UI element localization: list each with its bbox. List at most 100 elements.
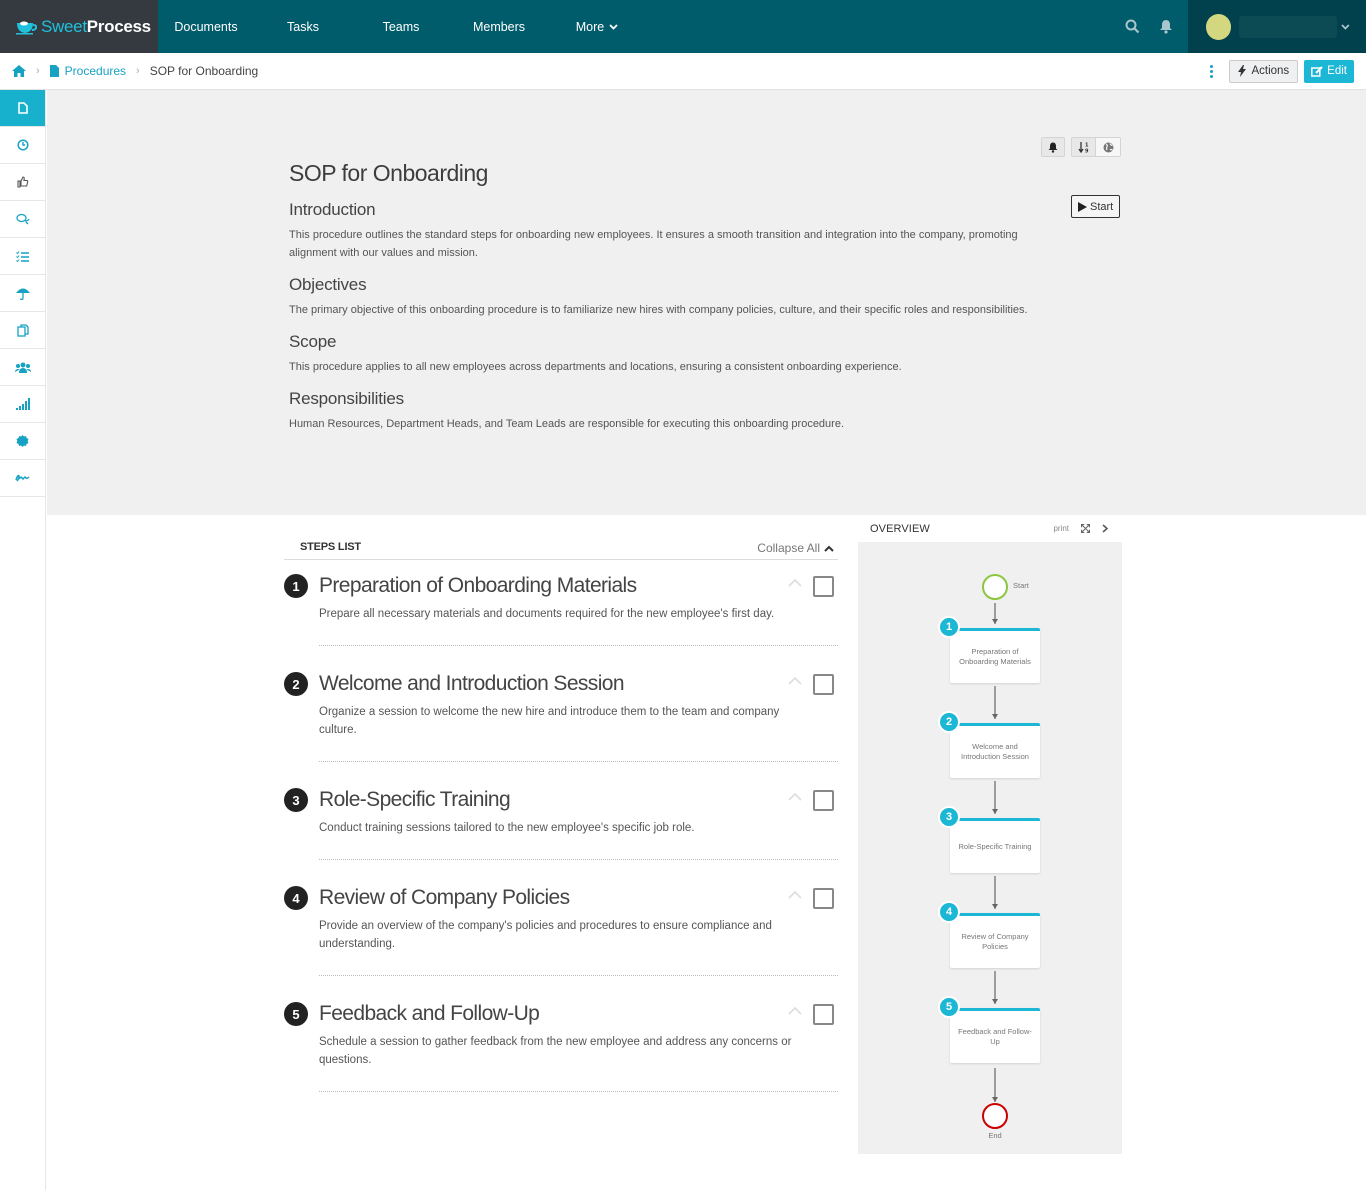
start-label: Start — [1090, 200, 1114, 213]
clock-icon — [16, 139, 29, 151]
edit-button[interactable]: Edit — [1304, 59, 1354, 83]
flow-arrowhead — [992, 1097, 998, 1102]
step-divider — [319, 645, 838, 646]
step-title[interactable]: Welcome and Introduction Session — [319, 658, 838, 697]
flow-step-node[interactable]: Role-Specific Training — [950, 818, 1040, 873]
section-heading: Scope — [289, 332, 337, 351]
sort-numeric-icon: 19 — [1077, 141, 1089, 153]
sidebar-item-approvals[interactable] — [0, 164, 45, 201]
step-description: Schedule a session to gather feedback fr… — [319, 1036, 792, 1066]
nav-teams[interactable]: Teams — [352, 0, 450, 53]
collapse-all-button[interactable]: Collapse All — [757, 541, 834, 559]
breadcrumb-procedures[interactable]: Procedures — [49, 64, 126, 78]
brand-name: SweetProcess — [41, 16, 151, 36]
left-sidebar — [0, 90, 46, 1190]
chevron-right-icon[interactable] — [1102, 524, 1108, 533]
chevron-down-icon — [1341, 23, 1350, 30]
subscribe-button[interactable] — [1041, 137, 1065, 157]
brand-logo[interactable]: SweetProcess — [0, 0, 158, 53]
page-title: SOP for Onboarding — [289, 160, 488, 186]
bolt-icon — [1238, 65, 1247, 77]
breadcrumb: › Procedures › SOP for Onboarding — [0, 64, 258, 78]
cup-logo-icon — [16, 21, 37, 34]
step-checkbox[interactable] — [813, 674, 834, 695]
step-item: 2 Welcome and Introduction Session Organ… — [284, 658, 838, 762]
sidebar-item-signoff[interactable] — [0, 460, 45, 497]
user-menu[interactable] — [1188, 0, 1366, 53]
sidebar-item-stats[interactable] — [0, 386, 45, 423]
nav-tasks[interactable]: Tasks — [254, 0, 352, 53]
bell-icon — [1048, 142, 1058, 153]
section-heading: Objectives — [289, 275, 367, 294]
play-icon — [1078, 201, 1087, 212]
nav-members[interactable]: Members — [450, 0, 548, 53]
step-title[interactable]: Review of Company Policies — [319, 872, 838, 911]
chevron-up-icon[interactable] — [788, 676, 802, 685]
chevron-up-icon[interactable] — [788, 578, 802, 587]
overview-flowchart: Start Preparation of Onboarding Materials… — [858, 542, 1122, 1154]
section-text: This procedure applies to all new employ… — [289, 361, 902, 373]
flow-step-badge: 2 — [938, 711, 960, 733]
sidebar-item-team[interactable] — [0, 349, 45, 386]
expand-icon[interactable] — [1081, 524, 1090, 533]
sidebar-item-checklist[interactable] — [0, 238, 45, 275]
document-body: SOP for Onboarding Introduction This pro… — [289, 160, 1049, 433]
sidebar-item-copies[interactable] — [0, 312, 45, 349]
flow-step-node[interactable]: Review of Company Policies — [950, 913, 1040, 968]
username-redacted — [1239, 15, 1338, 38]
step-description: Prepare all necessary materials and docu… — [319, 608, 775, 620]
actions-label: Actions — [1251, 65, 1290, 77]
more-options-icon[interactable] — [1205, 61, 1217, 81]
sidebar-item-comments[interactable] — [0, 201, 45, 238]
sidebar-item-history[interactable] — [0, 127, 45, 164]
flow-step-label: Review of Company Policies — [961, 932, 1029, 951]
start-button[interactable]: Start — [1071, 195, 1121, 218]
flow-start-label: Start — [1013, 581, 1029, 590]
flow-step-node[interactable]: Feedback and Follow-Up — [950, 1008, 1040, 1063]
home-icon[interactable] — [12, 65, 26, 77]
step-number-badge: 4 — [284, 886, 308, 910]
chevron-up-icon[interactable] — [788, 890, 802, 899]
breadcrumb-current: SOP for Onboarding — [149, 64, 259, 78]
flow-end-node — [982, 1103, 1008, 1129]
actions-button[interactable]: Actions — [1229, 59, 1299, 83]
sidebar-item-policies[interactable] — [0, 275, 45, 312]
flow-step-node[interactable]: Welcome and Introduction Session — [950, 723, 1040, 778]
chevron-up-icon[interactable] — [788, 1006, 802, 1015]
step-number-badge: 5 — [284, 1002, 308, 1026]
step-checkbox[interactable] — [813, 790, 834, 811]
flow-step-badge: 4 — [938, 901, 960, 923]
flow-step-label: Preparation of Onboarding Materials — [959, 647, 1031, 666]
sidebar-item-certification[interactable] — [0, 423, 45, 460]
badge-icon — [16, 434, 29, 447]
chevron-up-icon[interactable] — [788, 792, 802, 801]
flow-arrowhead — [992, 904, 998, 909]
bell-icon[interactable] — [1158, 19, 1174, 35]
print-link[interactable]: print — [1053, 524, 1069, 533]
step-number-badge: 1 — [284, 574, 308, 598]
section-text: The primary objective of this onboarding… — [289, 304, 1028, 316]
steps-list: STEPS LIST Collapse All 1 Preparation of… — [284, 530, 838, 1092]
svg-text:9: 9 — [1085, 148, 1089, 153]
step-item: 3 Role-Specific Training Conduct trainin… — [284, 774, 838, 860]
edit-icon — [1311, 65, 1323, 77]
nav-documents[interactable]: Documents — [158, 0, 254, 53]
step-checkbox[interactable] — [813, 576, 834, 597]
step-title[interactable]: Preparation of Onboarding Materials — [319, 560, 838, 599]
step-checkbox[interactable] — [813, 888, 834, 909]
step-title[interactable]: Feedback and Follow-Up — [319, 988, 838, 1027]
nav-more[interactable]: More — [548, 0, 646, 53]
sidebar-item-document[interactable] — [0, 90, 45, 127]
language-button[interactable] — [1096, 138, 1120, 156]
steps-container: 1 Preparation of Onboarding Materials Pr… — [284, 560, 838, 1092]
nav-more-label: More — [575, 19, 605, 34]
search-icon[interactable] — [1124, 19, 1140, 35]
step-checkbox[interactable] — [813, 1004, 834, 1025]
copy-icon — [16, 323, 29, 337]
nav-right — [1124, 0, 1366, 53]
main-nav: Documents Tasks Teams Members More — [158, 0, 646, 53]
sort-button[interactable]: 19 — [1072, 138, 1096, 156]
step-title[interactable]: Role-Specific Training — [319, 774, 838, 813]
flow-step-node[interactable]: Preparation of Onboarding Materials — [950, 628, 1040, 683]
signal-icon — [15, 398, 30, 410]
